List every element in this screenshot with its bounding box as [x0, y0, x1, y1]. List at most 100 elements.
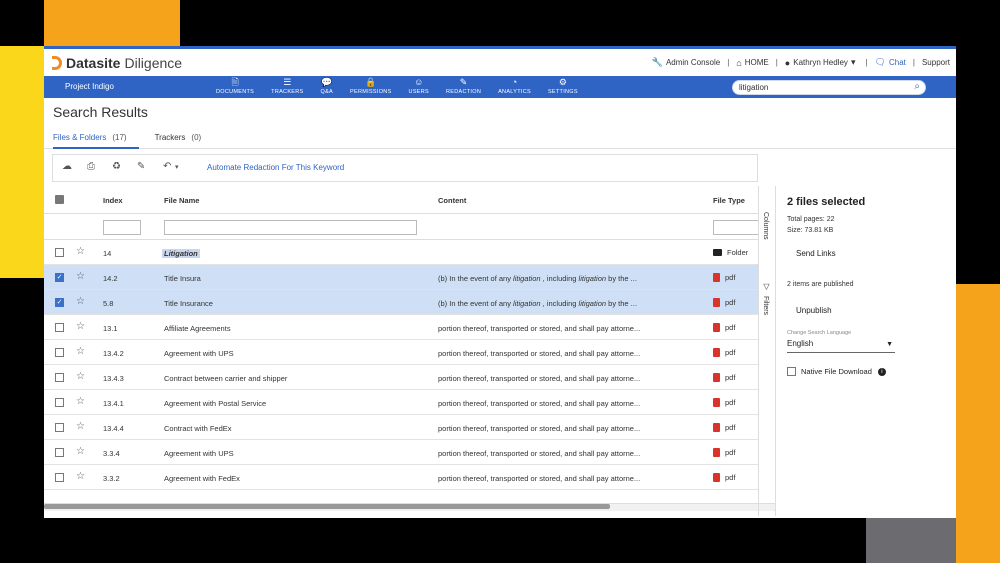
nav-analytics[interactable]: ◔ ANALYTICS: [498, 77, 531, 96]
row-checkbox[interactable]: ✓: [55, 273, 64, 282]
lock-icon: 🔒: [365, 77, 377, 87]
row-checkbox[interactable]: [55, 398, 64, 407]
star-icon[interactable]: ☆: [76, 446, 85, 457]
row-checkbox[interactable]: [55, 323, 64, 332]
col-index[interactable]: Index: [103, 196, 123, 205]
select-all-checkbox[interactable]: [55, 195, 64, 204]
row-checkbox[interactable]: [55, 248, 64, 257]
logo-brand: Datasite: [66, 55, 121, 71]
search-icon[interactable]: ⌕: [914, 81, 920, 92]
row-file-type: pdf: [713, 298, 735, 307]
nav-redaction[interactable]: ✎ REDACTION: [446, 77, 481, 96]
table-row[interactable]: ☆ 3.3.4 Agreement with UPS portion there…: [44, 440, 758, 465]
row-checkbox[interactable]: [55, 473, 64, 482]
undo-icon[interactable]: ↶: [163, 161, 171, 172]
content-text: , including: [540, 274, 579, 283]
native-download-checkbox[interactable]: [787, 367, 796, 376]
table-row[interactable]: ☆ 13.4.4 Contract with FedEx portion the…: [44, 415, 758, 440]
table-row[interactable]: ☆ 3.3.2 Agreement with FedEx portion the…: [44, 465, 758, 490]
page-title: Search Results: [53, 104, 148, 120]
tab-count: (0): [191, 133, 202, 142]
table-row[interactable]: ☆ 13.1 Affiliate Agreements portion ther…: [44, 315, 758, 340]
row-file-name[interactable]: Affiliate Agreements: [164, 324, 231, 333]
filters-tab[interactable]: Filters: [762, 296, 769, 315]
pen-icon[interactable]: ✎: [137, 161, 145, 172]
info-icon[interactable]: i: [877, 367, 886, 376]
horizontal-scrollbar-thumb[interactable]: [44, 504, 610, 509]
support-link[interactable]: Support: [922, 58, 950, 67]
logo[interactable]: Datasite Diligence: [52, 55, 182, 71]
nav-items: 🗎 DOCUMENTS ☰ TRACKERS 💬 Q&A 🔒 PERMISSIONS ☺…: [216, 77, 595, 96]
table-row[interactable]: ☆ 13.4.3 Contract between carrier and sh…: [44, 365, 758, 390]
table-row[interactable]: ☆ 13.4.2 Agreement with UPS portion ther…: [44, 340, 758, 365]
table-row[interactable]: ☆ 14 Litigation Folder: [44, 240, 758, 265]
star-icon[interactable]: ☆: [76, 246, 85, 257]
row-file-name[interactable]: Agreement with Postal Service: [164, 399, 266, 408]
chevron-down-icon: ▼: [886, 341, 893, 348]
row-file-name[interactable]: Agreement with FedEx: [164, 474, 240, 483]
chevron-down-icon[interactable]: ▾: [175, 163, 179, 171]
star-icon[interactable]: ☆: [76, 471, 85, 482]
row-file-name[interactable]: Litigation: [162, 249, 200, 258]
documents-icon: 🗎: [231, 77, 239, 87]
tab-files-folders[interactable]: Files & Folders (17): [53, 133, 127, 142]
row-file-type: pdf: [713, 423, 735, 432]
star-icon[interactable]: ☆: [76, 396, 85, 407]
nav-trackers[interactable]: ☰ TRACKERS: [271, 77, 303, 96]
star-icon[interactable]: ☆: [76, 271, 85, 282]
row-checkbox[interactable]: [55, 348, 64, 357]
type-filter-input[interactable]: [713, 220, 758, 235]
native-download-option[interactable]: Native File Download i: [787, 367, 886, 376]
row-file-name[interactable]: Contract with FedEx: [164, 424, 232, 433]
star-icon[interactable]: ☆: [76, 371, 85, 382]
divider: |: [865, 58, 868, 67]
row-file-name[interactable]: Title Insura: [164, 274, 201, 283]
nav-users[interactable]: ☺ USERS: [409, 77, 429, 96]
home-link[interactable]: HOME: [745, 58, 769, 67]
name-filter-input[interactable]: [164, 220, 417, 235]
print-icon[interactable]: ⎙: [87, 161, 95, 172]
row-file-name[interactable]: Agreement with UPS: [164, 349, 234, 358]
send-links-button[interactable]: Send Links: [796, 249, 836, 258]
unpublish-button[interactable]: Unpublish: [796, 306, 832, 315]
recycle-icon[interactable]: ♻: [112, 161, 121, 172]
row-index: 3.3.2: [103, 474, 120, 483]
table-row[interactable]: ☆ 13.4.1 Agreement with Postal Service p…: [44, 390, 758, 415]
filter-icon[interactable]: ▽: [762, 282, 771, 291]
star-icon[interactable]: ☆: [76, 346, 85, 357]
star-icon[interactable]: ☆: [76, 296, 85, 307]
row-content: portion thereof, transported or stored, …: [438, 349, 641, 358]
index-filter-input[interactable]: [103, 220, 141, 235]
row-file-name[interactable]: Agreement with UPS: [164, 449, 234, 458]
cloud-download-icon[interactable]: ☁: [62, 161, 72, 172]
row-checkbox[interactable]: [55, 373, 64, 382]
chat-link[interactable]: Chat: [889, 58, 906, 67]
row-file-name[interactable]: Title Insurance: [164, 299, 213, 308]
row-checkbox[interactable]: ✓: [55, 298, 64, 307]
col-file-name[interactable]: File Name: [164, 196, 199, 205]
published-status: 2 items are published: [787, 281, 854, 288]
nav-permissions[interactable]: 🔒 PERMISSIONS: [350, 77, 392, 96]
row-checkbox[interactable]: [55, 448, 64, 457]
admin-console-link[interactable]: Admin Console: [666, 58, 720, 67]
language-select[interactable]: English ▼: [787, 339, 895, 353]
pdf-icon: [713, 273, 720, 282]
table-row[interactable]: ✓ ☆ 5.8 Title Insurance (b) In the event…: [44, 290, 758, 315]
automate-redaction-link[interactable]: Automate Redaction For This Keyword: [207, 163, 344, 172]
nav-settings[interactable]: ⚙ SETTINGS: [548, 77, 578, 96]
search-input[interactable]: litigation ⌕: [732, 80, 926, 95]
row-file-type: pdf: [713, 323, 735, 332]
row-file-name[interactable]: Contract between carrier and shipper: [164, 374, 287, 383]
row-checkbox[interactable]: [55, 423, 64, 432]
nav-documents[interactable]: 🗎 DOCUMENTS: [216, 77, 254, 96]
user-menu[interactable]: Kathryn Hedley: [793, 58, 848, 67]
star-icon[interactable]: ☆: [76, 321, 85, 332]
tab-trackers[interactable]: Trackers (0): [155, 133, 202, 142]
col-file-type[interactable]: File Type: [713, 196, 745, 205]
columns-tab[interactable]: Columns: [762, 212, 769, 240]
table-row[interactable]: ✓ ☆ 14.2 Title Insura (b) In the event o…: [44, 265, 758, 290]
nav-qa[interactable]: 💬 Q&A: [321, 77, 334, 96]
star-icon[interactable]: ☆: [76, 421, 85, 432]
project-name[interactable]: Project Indigo: [65, 82, 114, 91]
col-content[interactable]: Content: [438, 196, 466, 205]
